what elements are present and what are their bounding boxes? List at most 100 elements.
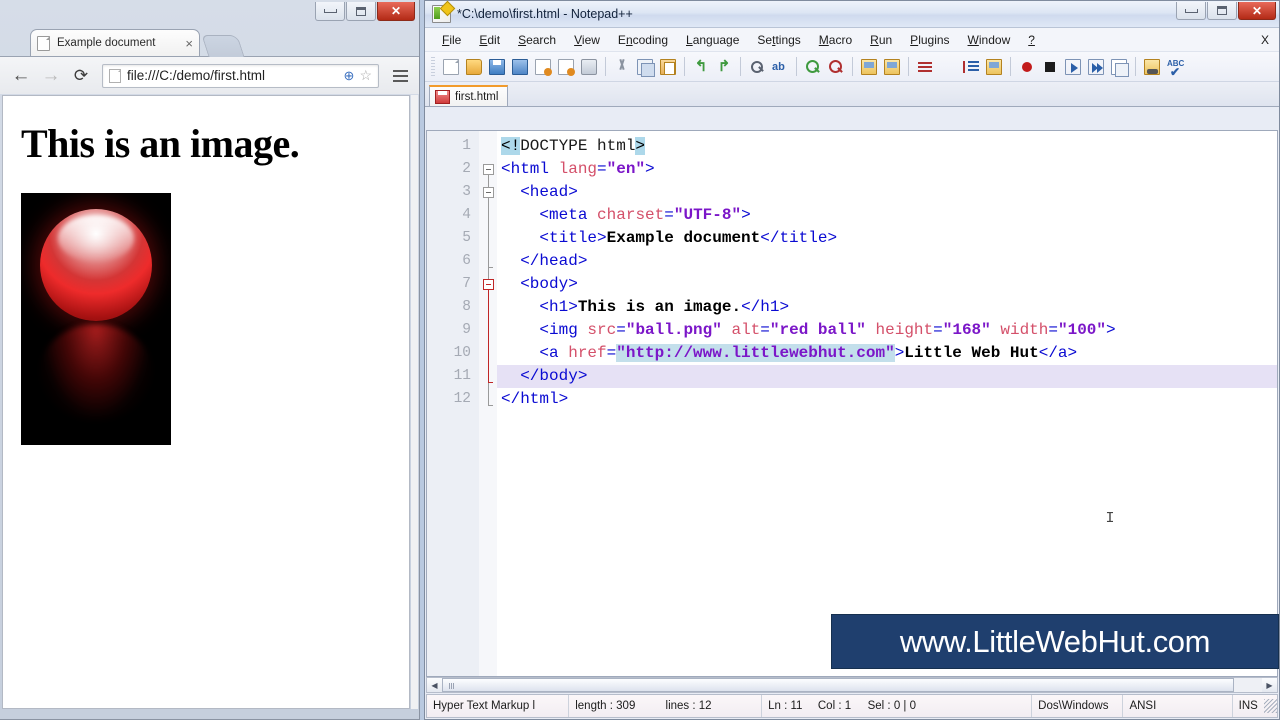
toolbar-separator: [1135, 57, 1136, 76]
paste-icon[interactable]: [657, 56, 679, 78]
fold-toggle-icon[interactable]: [483, 187, 494, 198]
browser-minimize-button[interactable]: [315, 2, 345, 21]
save-icon[interactable]: [486, 56, 508, 78]
fold-toggle-icon[interactable]: [483, 164, 494, 175]
scroll-left-arrow-icon[interactable]: ◀: [427, 678, 442, 692]
hscroll-track[interactable]: [442, 678, 1262, 692]
menu-item-window[interactable]: Window: [959, 33, 1020, 47]
zoom-out-icon-glyph: [828, 59, 844, 75]
scroll-right-arrow-icon[interactable]: ▶: [1262, 678, 1277, 692]
code-line-text: <!DOCTYPE html>: [497, 135, 1277, 158]
close-document-x-button[interactable]: X: [1261, 33, 1269, 47]
redo-icon[interactable]: ↱: [713, 56, 735, 78]
zoom-icon[interactable]: ⊕: [344, 68, 355, 84]
cut-icon[interactable]: [611, 56, 633, 78]
menu-item-view[interactable]: View: [565, 33, 609, 47]
notepadpp-close-button[interactable]: ✕: [1238, 2, 1276, 20]
back-icon[interactable]: ←: [6, 62, 36, 90]
document-tab-first-html[interactable]: first.html: [429, 85, 508, 106]
zoom-out-icon[interactable]: [825, 56, 847, 78]
code-line[interactable]: <!DOCTYPE html>: [497, 135, 1277, 158]
open-file-icon-glyph: [466, 59, 482, 75]
close-file-icon[interactable]: [532, 56, 554, 78]
undo-icon[interactable]: ↰: [690, 56, 712, 78]
code-line[interactable]: <img src="ball.png" alt="red ball" heigh…: [497, 319, 1277, 342]
word-wrap-icon-glyph: [917, 59, 933, 75]
menu-item-encoding[interactable]: Encoding: [609, 33, 677, 47]
browser-tab-example-document[interactable]: Example document ×: [30, 29, 200, 56]
find-icon[interactable]: [746, 56, 768, 78]
indent-guide-icon[interactable]: [960, 56, 982, 78]
run-macro-multiple-icon[interactable]: [1085, 56, 1107, 78]
close-icon[interactable]: ×: [185, 37, 193, 50]
replace-icon[interactable]: ab: [769, 56, 791, 78]
line-number: 8: [427, 296, 479, 319]
code-line[interactable]: <head>: [497, 181, 1277, 204]
sync-vertical-icon[interactable]: [858, 56, 880, 78]
browser-close-button[interactable]: ✕: [377, 2, 415, 21]
menu-item-plugins[interactable]: Plugins: [901, 33, 958, 47]
zoom-in-icon-glyph: [805, 59, 821, 75]
editor-horizontal-scrollbar[interactable]: ◀ ▶: [426, 677, 1278, 693]
code-line[interactable]: <title>Example document</title>: [497, 227, 1277, 250]
forward-icon[interactable]: →: [36, 62, 66, 90]
browser-vertical-scrollbar[interactable]: [411, 95, 418, 709]
sync-horizontal-icon[interactable]: [881, 56, 903, 78]
menu-item-language[interactable]: Language: [677, 33, 748, 47]
code-line[interactable]: <html lang="en">: [497, 158, 1277, 181]
code-line[interactable]: </body>: [497, 365, 1277, 388]
show-all-chars-icon[interactable]: [937, 56, 959, 78]
launch-browser-icon-glyph: [1144, 59, 1160, 75]
copy-icon[interactable]: [634, 56, 656, 78]
menu-item-macro[interactable]: Macro: [810, 33, 861, 47]
notepadpp-menubar: FileEditSearchViewEncodingLanguageSettin…: [425, 28, 1279, 52]
menu-item-settings[interactable]: Settings: [748, 33, 809, 47]
code-area[interactable]: <!DOCTYPE html><html lang="en"> <head> <…: [497, 131, 1277, 676]
user-defined-language-icon[interactable]: [983, 56, 1005, 78]
new-file-icon[interactable]: [440, 56, 462, 78]
browser-tabstrip: Example document ×: [0, 26, 419, 56]
notepadpp-maximize-button[interactable]: [1207, 2, 1237, 20]
zoom-in-icon[interactable]: [802, 56, 824, 78]
redo-icon-glyph: ↱: [716, 59, 732, 75]
address-bar[interactable]: file:///C:/demo/first.html ⊕ ☆: [102, 64, 379, 88]
stop-macro-icon[interactable]: [1039, 56, 1061, 78]
hamburger-menu-icon[interactable]: [387, 63, 413, 89]
code-editor[interactable]: 123456789101112 <!DOCTYPE html><html lan…: [426, 130, 1278, 677]
code-line[interactable]: <body>: [497, 273, 1277, 296]
launch-browser-icon[interactable]: [1141, 56, 1163, 78]
notepadpp-titlebar: *C:\demo\first.html - Notepad++ ✕: [425, 1, 1279, 28]
browser-maximize-button[interactable]: [346, 2, 376, 21]
record-macro-icon[interactable]: [1016, 56, 1038, 78]
code-line[interactable]: <h1>This is an image.</h1>: [497, 296, 1277, 319]
resize-grip-icon[interactable]: [1264, 699, 1277, 713]
close-all-files-icon[interactable]: [555, 56, 577, 78]
menu-item-run[interactable]: Run: [861, 33, 901, 47]
fold-end-marker: [488, 405, 493, 406]
code-line[interactable]: </html>: [497, 388, 1277, 411]
new-tab-button[interactable]: [201, 35, 244, 57]
word-wrap-icon[interactable]: [914, 56, 936, 78]
code-line[interactable]: <a href="http://www.littlewebhut.com">Li…: [497, 342, 1277, 365]
notepadpp-minimize-button[interactable]: [1176, 2, 1206, 20]
toolbar-drag-handle[interactable]: [431, 57, 435, 77]
page-icon: [37, 36, 50, 51]
fold-toggle-icon[interactable]: [483, 279, 494, 290]
reload-icon[interactable]: ⟳: [66, 62, 96, 90]
play-macro-icon[interactable]: [1062, 56, 1084, 78]
menu-item-edit[interactable]: Edit: [470, 33, 509, 47]
menu-item-search[interactable]: Search: [509, 33, 565, 47]
menu-item-file[interactable]: File: [433, 33, 470, 47]
save-all-icon[interactable]: [509, 56, 531, 78]
fold-margin[interactable]: [479, 131, 497, 676]
spell-check-icon[interactable]: ABC: [1164, 56, 1186, 78]
menu-item-[interactable]: ?: [1019, 33, 1044, 47]
code-line[interactable]: </head>: [497, 250, 1277, 273]
hscroll-thumb[interactable]: [442, 678, 1234, 692]
save-macro-icon[interactable]: [1108, 56, 1130, 78]
open-file-icon[interactable]: [463, 56, 485, 78]
code-line[interactable]: <meta charset="UTF-8">: [497, 204, 1277, 227]
print-icon[interactable]: [578, 56, 600, 78]
browser-toolbar: ← → ⟳ file:///C:/demo/first.html ⊕ ☆: [0, 56, 419, 94]
bookmark-star-icon[interactable]: ☆: [359, 67, 372, 84]
